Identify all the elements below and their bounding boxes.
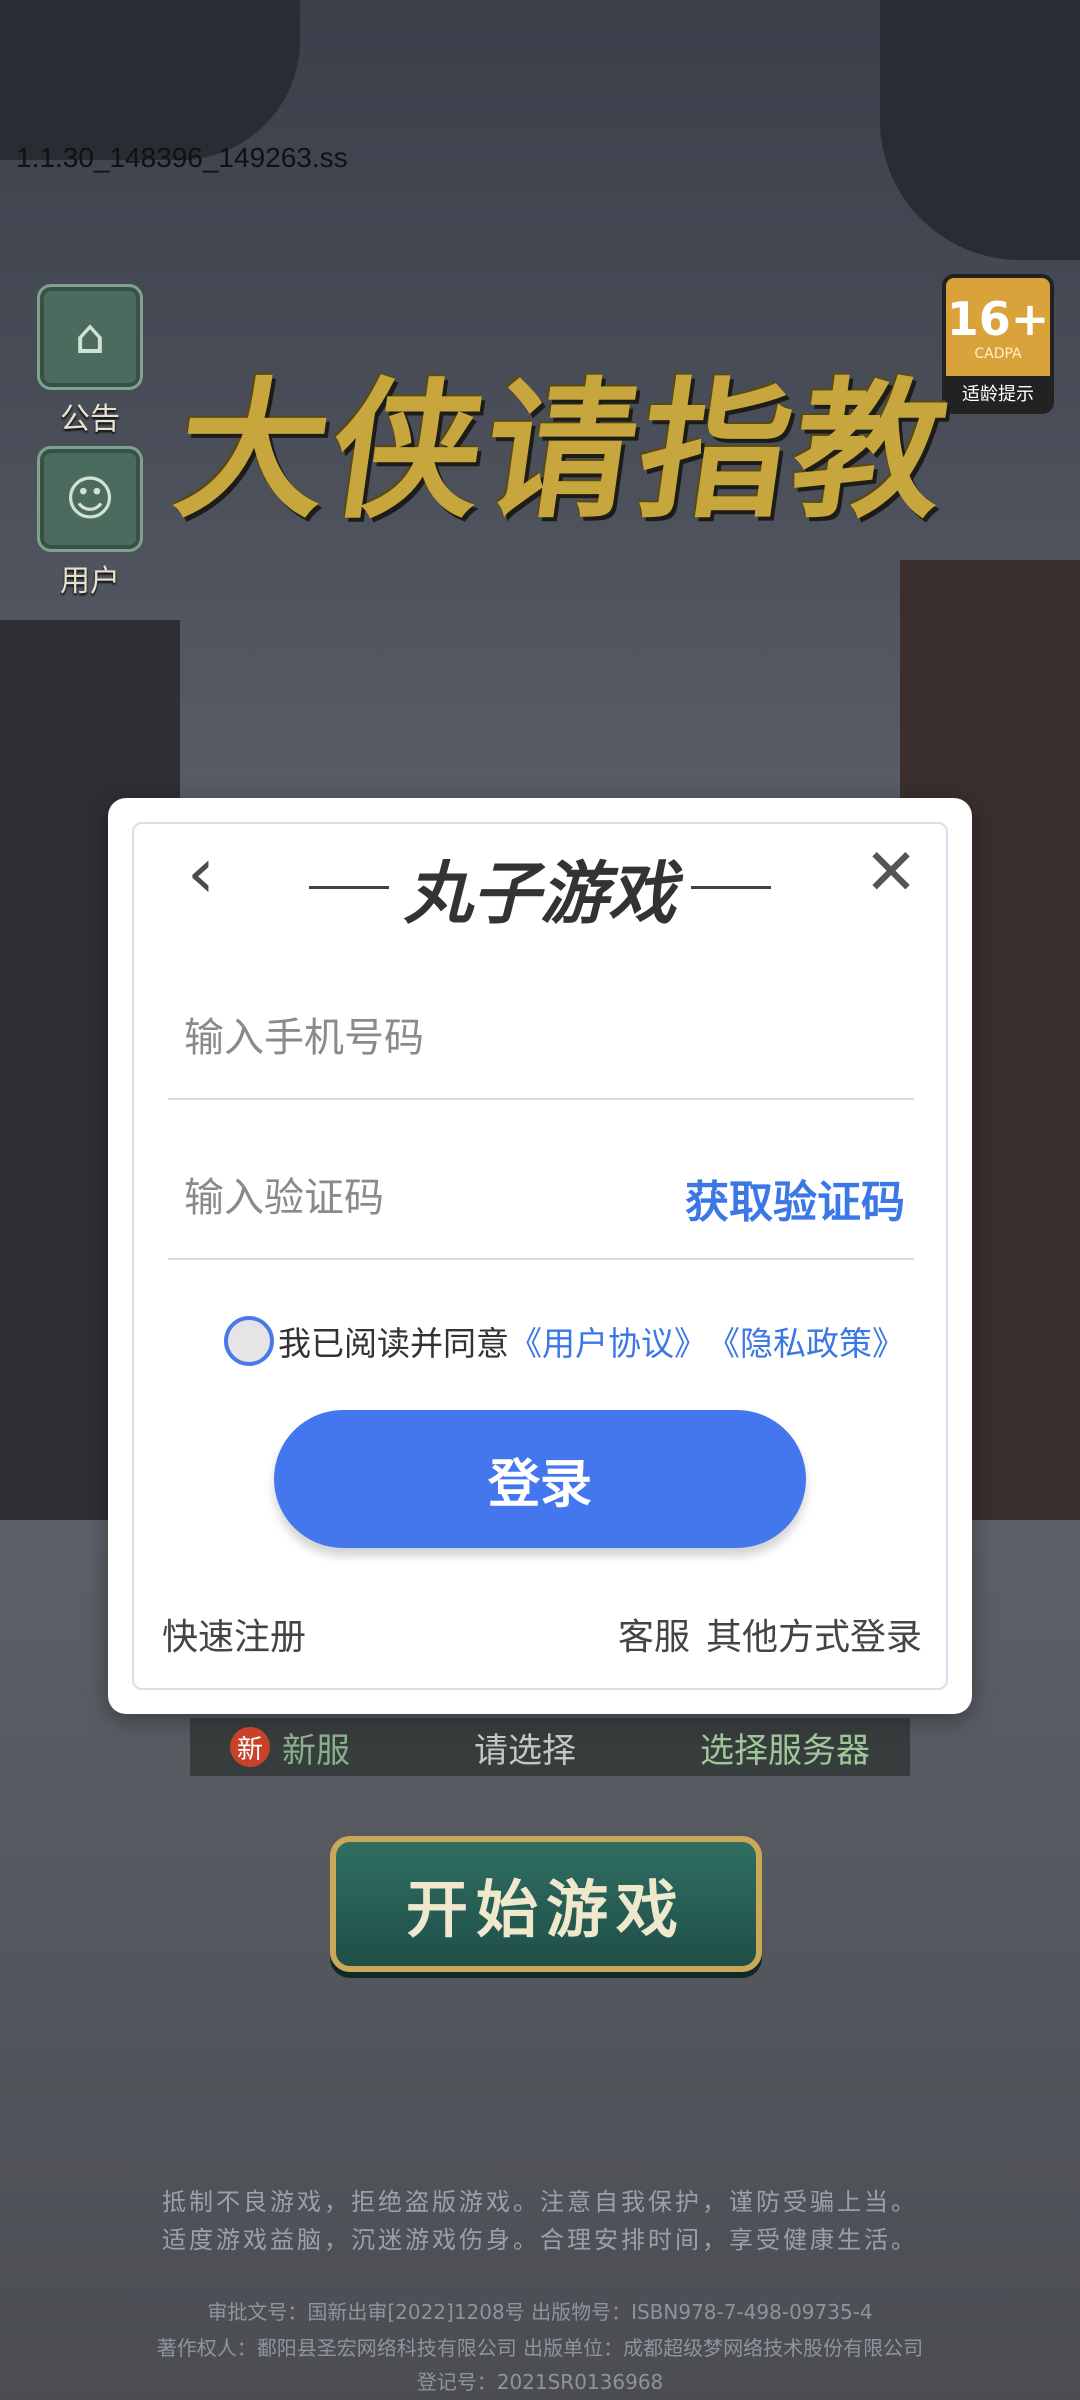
select-server-button[interactable]: 选择服务器 [700, 1723, 870, 1772]
age-rating-tip: 适龄提示 [946, 376, 1050, 410]
phone-input[interactable] [168, 1014, 914, 1062]
brand-divider-left [308, 886, 389, 889]
user-agreement-link[interactable]: 《用户协议》 [509, 1317, 707, 1365]
announcement-label: 公告 [60, 402, 120, 437]
brand-divider-right [691, 886, 772, 889]
roof-top-right [880, 0, 1080, 260]
agreement-row: 我已阅读并同意 《用户协议》 《隐私政策》 [224, 1316, 905, 1366]
announcement-button[interactable]: ⌂ 公告 [34, 284, 146, 438]
legal-line-3: 登记号：2021SR0136968 [416, 2370, 664, 2394]
agreement-prefix: 我已阅读并同意 [278, 1324, 509, 1363]
user-label: 用户 [60, 564, 120, 599]
legal-line-2: 著作权人：鄱阳县圣宏网络科技有限公司 出版单位：成都超级梦网络技术股份有限公司 [156, 2336, 924, 2360]
legal-line-1: 审批文号：国新出审[2022]1208号 出版物号：ISBN978-7-498-… [207, 2300, 873, 2324]
user-button[interactable]: ☺ 用户 [34, 446, 146, 600]
login-button[interactable]: 登录 [274, 1410, 806, 1548]
health-notice-line-1: 抵制不良游戏，拒绝盗版游戏。注意自我保护，谨防受骗上当。 [162, 2188, 918, 2216]
start-game-button[interactable]: 开始游戏 [330, 1836, 762, 1972]
pagoda-icon: ⌂ [37, 284, 143, 390]
login-dialog: ‹ 丸子游戏 ✕ 获取验证码 我已阅读并同意 《用户协议》 《隐私政策》 登录 … [108, 798, 972, 1714]
get-code-button[interactable]: 获取验证码 [685, 1166, 935, 1230]
verification-code-input[interactable] [168, 1174, 685, 1222]
other-login-link[interactable]: 其他方式登录 [706, 1608, 922, 1660]
code-field: 获取验证码 [168, 1138, 914, 1260]
game-title-logo: 大侠请指教 [165, 363, 961, 539]
server-choice-label: 请选择 [474, 1730, 576, 1771]
agreement-checkbox[interactable] [224, 1316, 274, 1366]
new-server-indicator: 新 新服 [230, 1723, 350, 1772]
new-server-label: 新服 [282, 1730, 350, 1771]
new-badge-icon: 新 [230, 1727, 270, 1767]
phone-field [168, 978, 914, 1100]
close-button[interactable]: ✕ [856, 836, 926, 910]
version-label: 1.1.30_148396_149263.ss [16, 142, 348, 173]
roof-top-left [0, 0, 300, 160]
quick-register-link[interactable]: 快速注册 [162, 1608, 306, 1660]
customer-service-link[interactable]: 客服 [618, 1608, 690, 1660]
user-avatar-icon: ☺ [37, 446, 143, 552]
server-bar: 新 新服 请选择 选择服务器 [190, 1718, 910, 1776]
health-notice-line-2: 适度游戏益脑，沉迷游戏伤身。合理安排时间，享受健康生活。 [162, 2226, 918, 2254]
brand-header: 丸子游戏 [108, 838, 972, 937]
close-icon: ✕ [864, 836, 918, 910]
privacy-policy-link[interactable]: 《隐私政策》 [707, 1317, 905, 1365]
brand-logo: 丸子游戏 [403, 855, 676, 934]
